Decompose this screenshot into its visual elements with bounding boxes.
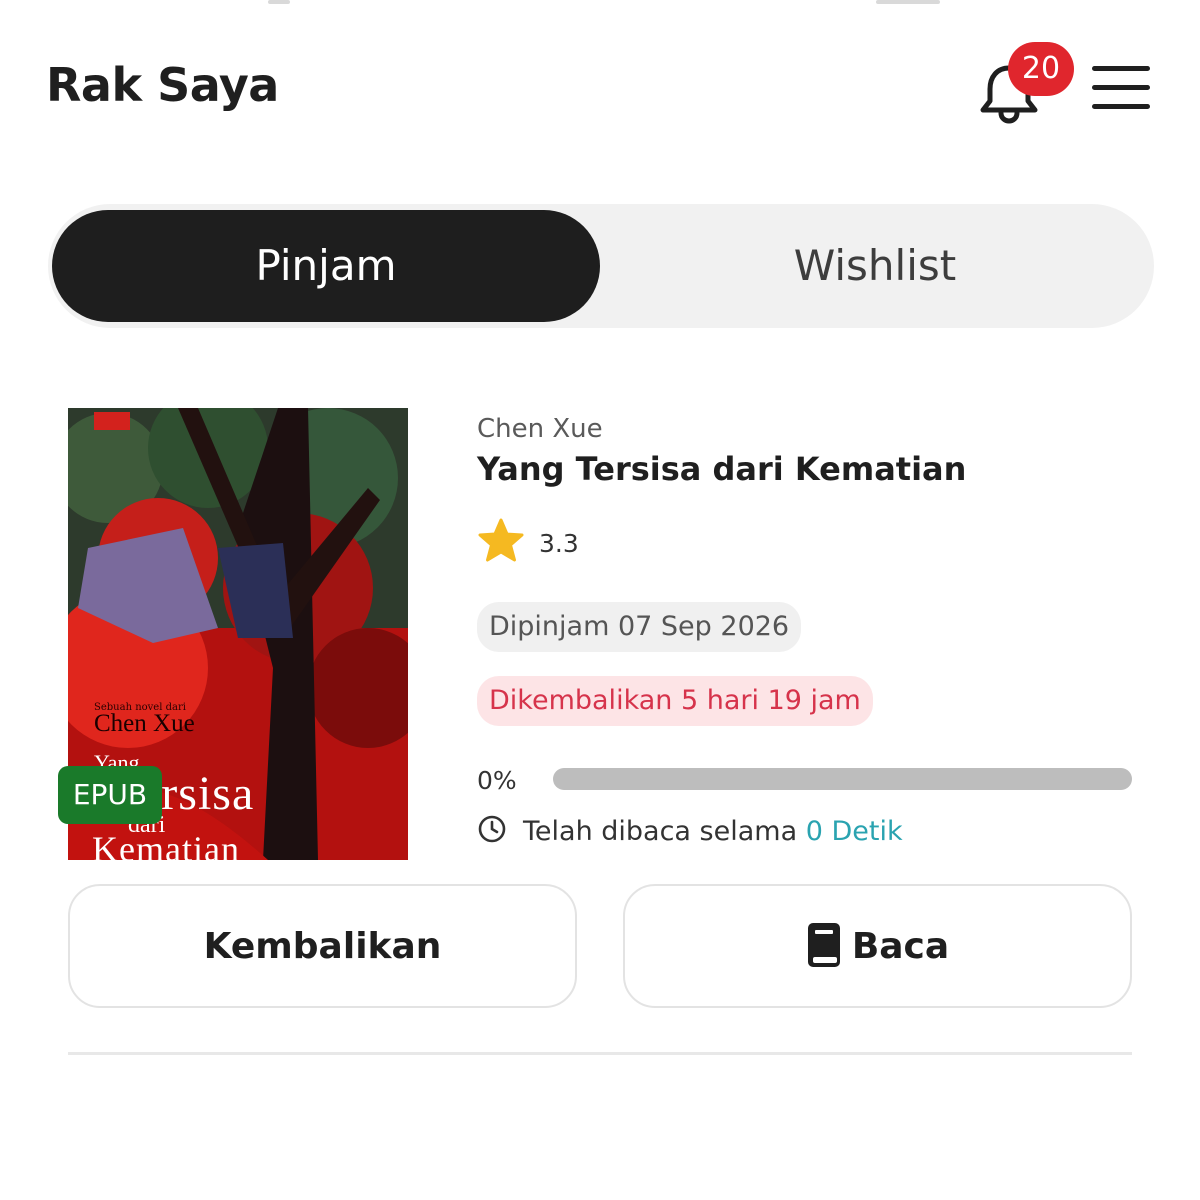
book-author: Chen Xue — [477, 414, 603, 444]
notifications-button[interactable]: 20 — [974, 42, 1074, 124]
list-divider — [68, 1052, 1132, 1055]
reading-time-text: Telah dibaca selama 0 Detik — [523, 816, 903, 847]
due-countdown-badge: Dikembalikan 5 hari 19 jam — [477, 676, 873, 726]
book-title[interactable]: Yang Tersisa dari Kematian — [477, 450, 966, 488]
reading-progress-label: 0% — [477, 766, 517, 795]
cover-title-line: Kematian — [92, 829, 240, 860]
my-shelf-page: Rak Saya 20 Pinjam Wishlist Sebuah novel… — [0, 0, 1200, 1200]
menu-line — [1092, 66, 1150, 71]
page-title: Rak Saya — [46, 58, 279, 112]
reading-progress-bar — [553, 768, 1132, 790]
read-book-button[interactable]: Baca — [623, 884, 1132, 1008]
reading-time-value: 0 Detik — [805, 816, 903, 847]
clock-icon — [478, 815, 506, 843]
format-badge: EPUB — [58, 766, 162, 824]
status-bar-remnant — [268, 0, 290, 4]
return-book-button[interactable]: Kembalikan — [68, 884, 577, 1008]
shelf-tabs: Pinjam Wishlist — [48, 204, 1154, 328]
cover-author: Chen Xue — [94, 710, 195, 737]
notification-count-badge: 20 — [1008, 42, 1074, 96]
status-bar-remnant — [876, 0, 940, 4]
borrowed-date-badge: Dipinjam 07 Sep 2026 — [477, 602, 802, 652]
menu-line — [1092, 104, 1150, 109]
tab-wishlist[interactable]: Wishlist — [600, 210, 1150, 322]
book-icon — [807, 923, 840, 967]
menu-line — [1092, 85, 1150, 90]
rating-value: 3.3 — [539, 529, 579, 558]
read-book-label: Baca — [851, 925, 950, 967]
hamburger-menu-button[interactable] — [1092, 66, 1150, 114]
tab-pinjam[interactable]: Pinjam — [52, 210, 600, 322]
star-icon — [478, 518, 524, 562]
return-book-label: Kembalikan — [203, 925, 442, 967]
reading-time-prefix: Telah dibaca selama — [523, 816, 798, 847]
